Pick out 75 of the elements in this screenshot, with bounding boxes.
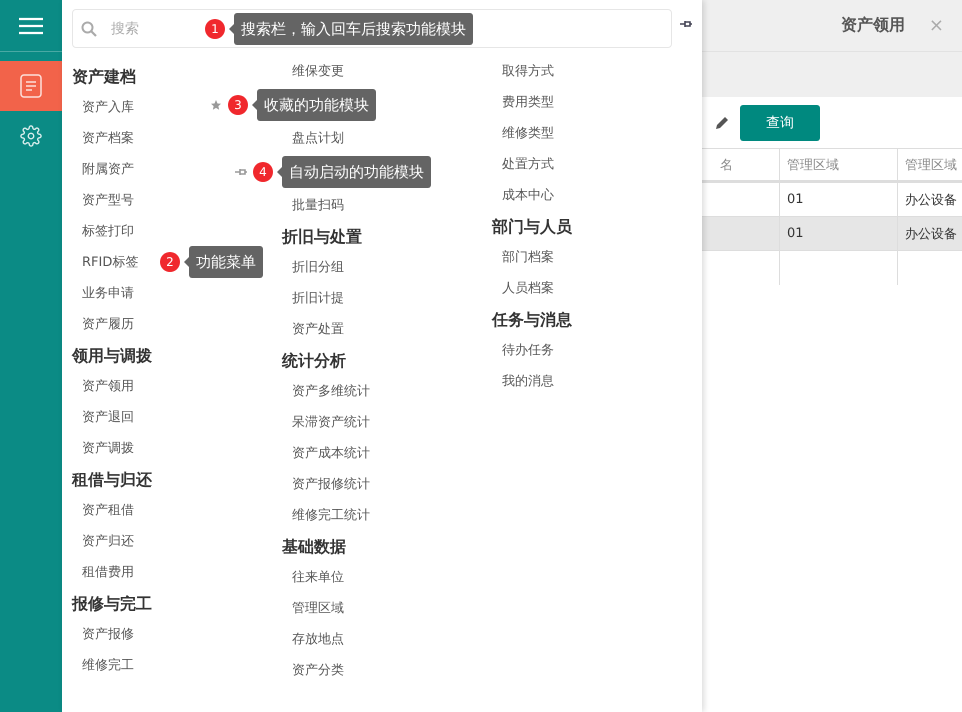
menu-item[interactable]: 资产履历 <box>82 309 134 340</box>
section-title: 基础数据 <box>282 536 347 558</box>
table-cell[interactable] <box>702 183 780 217</box>
menu-item[interactable]: 资产报修 <box>82 619 134 650</box>
menu-item[interactable]: 资产领用 <box>82 371 134 402</box>
menu-item[interactable]: 维修完工 <box>82 650 134 681</box>
tooltip: 功能菜单 <box>184 246 263 278</box>
menu-item[interactable]: 资产调拨 <box>82 433 134 464</box>
menu-item[interactable]: 资产档案 <box>82 123 134 154</box>
menu-item[interactable]: 盘点计划 <box>292 123 344 154</box>
search-field[interactable]: 搜索 1 搜索栏，输入回车后搜索功能模块 <box>72 9 672 48</box>
menu-item[interactable]: 存放地点 <box>292 624 344 655</box>
menu-item[interactable]: 资产型号 <box>82 185 134 216</box>
section-title: 部门与人员 <box>492 216 573 238</box>
menu-item[interactable]: 我的消息 <box>502 366 554 397</box>
menu-item[interactable]: 标签打印 <box>82 216 134 247</box>
section-title: 任务与消息 <box>492 309 573 331</box>
menu-icon[interactable] <box>19 16 43 34</box>
pin-button[interactable] <box>680 20 692 28</box>
menu-item[interactable]: 资产多维统计 <box>292 376 370 407</box>
menu-item[interactable]: 附属资产 <box>82 154 134 185</box>
section-title: 折旧与处置 <box>282 226 363 248</box>
menu-item[interactable]: 租借费用 <box>82 557 134 588</box>
menu-item[interactable]: RFID标签 <box>82 247 138 278</box>
menu-item[interactable]: 资产入库 <box>82 92 134 123</box>
menu-item[interactable]: 维修完工统计 <box>292 500 370 531</box>
menu-item[interactable]: 业务申请 <box>82 278 134 309</box>
document-icon <box>20 74 42 98</box>
menu-item[interactable]: 资产归还 <box>82 526 134 557</box>
menu-item[interactable]: 资产租借 <box>82 495 134 526</box>
section-title: 租借与归还 <box>72 469 153 491</box>
section-title: 资产建档 <box>72 66 137 88</box>
menu-item[interactable]: 维保变更 <box>292 56 344 87</box>
menu-item[interactable]: 人员档案 <box>502 273 554 304</box>
menu-item[interactable]: 管理区域 <box>292 593 344 624</box>
search-icon <box>81 20 97 36</box>
menu-item[interactable]: 费用类型 <box>502 87 554 118</box>
query-button[interactable]: 查询 <box>740 104 820 140</box>
table-cell: 01 <box>780 183 898 217</box>
number-badge: 4 <box>253 162 273 182</box>
menu-item[interactable]: 资产退回 <box>82 402 134 433</box>
menu-item[interactable]: 部门档案 <box>502 242 554 273</box>
table-cell[interactable] <box>702 217 780 251</box>
menu-item[interactable]: 往来单位 <box>292 562 344 593</box>
star-icon <box>210 99 222 111</box>
pin-icon <box>680 20 692 28</box>
tab-title[interactable]: 资产领用 <box>840 15 905 36</box>
section-title: 统计分析 <box>282 350 347 372</box>
number-badge: 3 <box>228 95 248 115</box>
menu-item[interactable]: 批量扫码 <box>292 190 344 221</box>
number-badge: 1 <box>205 19 225 39</box>
menu-item[interactable]: 资产成本统计 <box>292 438 370 469</box>
tooltip: 搜索栏，输入回车后搜索功能模块 <box>229 13 473 45</box>
table-cell: 01 <box>780 217 898 251</box>
sidebar-item[interactable] <box>0 61 62 111</box>
menu-item[interactable]: 待办任务 <box>502 335 554 366</box>
settings-icon <box>20 125 42 147</box>
menu-item[interactable]: 维修类型 <box>502 118 554 149</box>
table-cell: 办公设备 <box>898 217 962 251</box>
pin-icon <box>235 168 247 176</box>
menu-item[interactable]: 折旧计提 <box>292 283 344 314</box>
number-badge: 2 <box>160 252 180 272</box>
menu-item[interactable]: 资产报修统计 <box>292 469 370 500</box>
tooltip: 自动启动的功能模块 <box>277 156 431 188</box>
section-title: 报修与完工 <box>72 593 153 615</box>
menu-item[interactable]: 成本中心 <box>502 180 554 211</box>
section-title: 领用与调拨 <box>72 345 153 367</box>
pencil-icon[interactable] <box>714 114 730 130</box>
menu-item[interactable]: 取得方式 <box>502 56 554 87</box>
menu-item[interactable]: 资产处置 <box>292 314 344 345</box>
tooltip: 收藏的功能模块 <box>252 89 376 121</box>
menu-item[interactable]: 处置方式 <box>502 149 554 180</box>
menu-item[interactable]: 资产分类 <box>292 655 344 686</box>
menu-item[interactable]: 折旧分组 <box>292 252 344 283</box>
menu-item[interactable]: 呆滞资产统计 <box>292 407 370 438</box>
